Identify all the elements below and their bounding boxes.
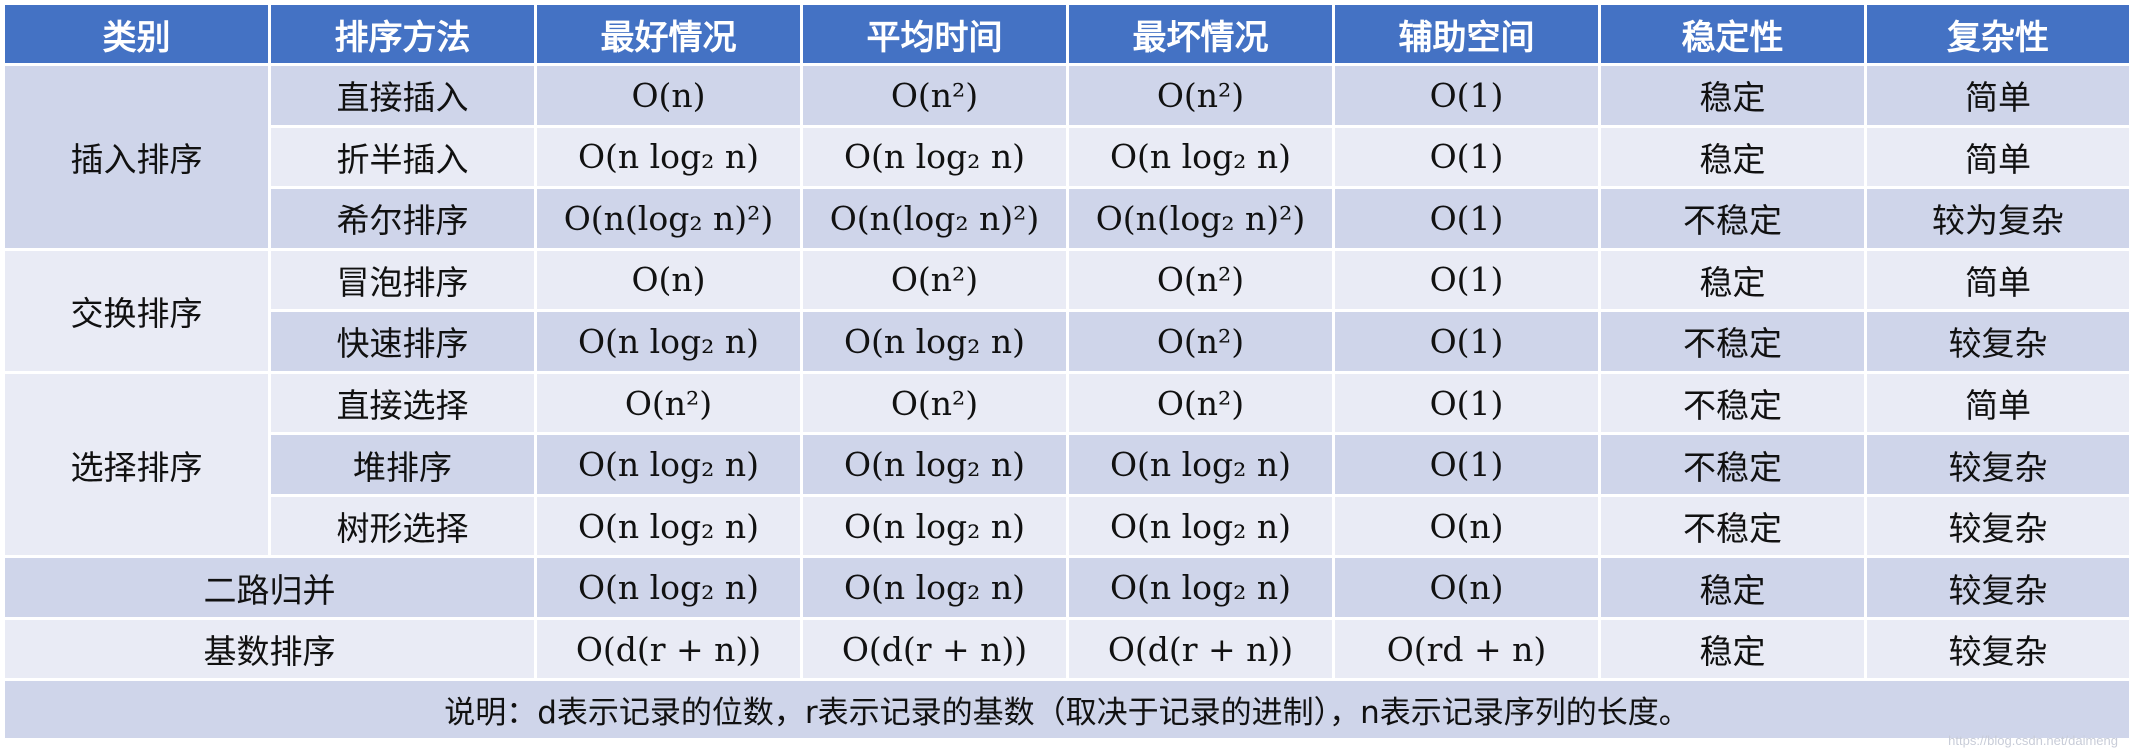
space-cell: O(1)	[1332, 432, 1601, 497]
worst-cell: O(n log₂ n)	[1066, 555, 1335, 620]
table-row: 折半插入 O(n log₂ n) O(n log₂ n) O(n log₂ n)…	[4, 124, 2132, 190]
avg-cell: O(n log₂ n)	[800, 309, 1069, 374]
complexity-cell: 较为复杂	[1864, 186, 2132, 251]
worst-cell: O(n log₂ n)	[1066, 124, 1335, 190]
header-stability: 稳定性	[1598, 2, 1867, 66]
watermark: https://blog.csdn.net/daimeng	[1948, 733, 2118, 748]
header-row: 类别 排序方法 最好情况 平均时间 最坏情况 辅助空间 稳定性 复杂性	[2, 2, 2132, 66]
space-cell: O(1)	[1332, 124, 1601, 190]
method-cell: 堆排序	[268, 432, 537, 497]
category-cell: 选择排序	[2, 370, 271, 559]
table-header: 类别 排序方法 最好情况 平均时间 最坏情况 辅助空间 稳定性 复杂性	[2, 2, 2132, 66]
header-aux-space: 辅助空间	[1332, 2, 1601, 66]
space-cell: O(1)	[1332, 370, 1601, 436]
worst-cell: O(n²)	[1066, 63, 1335, 128]
table-row: 二路归并 O(n log₂ n) O(n log₂ n) O(n log₂ n)…	[2, 555, 2132, 620]
table-row: 快速排序 O(n log₂ n) O(n log₂ n) O(n²) O(1) …	[4, 309, 2132, 374]
stability-cell: 稳定	[1598, 63, 1867, 128]
avg-cell: O(n²)	[800, 247, 1069, 313]
space-cell: O(rd + n)	[1332, 616, 1601, 682]
method-cell: 二路归并	[2, 555, 537, 620]
stability-cell: 不稳定	[1598, 493, 1867, 559]
table-row: 基数排序 O(d(r + n)) O(d(r + n)) O(d(r + n))…	[2, 616, 2132, 682]
stability-cell: 稳定	[1598, 616, 1867, 682]
best-cell: O(n log₂ n)	[534, 432, 803, 497]
category-cell: 插入排序	[2, 63, 271, 251]
stability-cell: 稳定	[1598, 124, 1867, 190]
space-cell: O(1)	[1332, 247, 1601, 313]
avg-cell: O(n log₂ n)	[800, 124, 1069, 190]
header-worst-case: 最坏情况	[1066, 2, 1335, 66]
method-cell: 直接插入	[268, 63, 537, 128]
complexity-cell: 较复杂	[1864, 616, 2132, 682]
stability-cell: 稳定	[1598, 555, 1867, 620]
avg-cell: O(n log₂ n)	[800, 555, 1069, 620]
complexity-cell: 简单	[1864, 370, 2132, 436]
avg-cell: O(n log₂ n)	[800, 432, 1069, 497]
avg-cell: O(n(log₂ n)²)	[800, 186, 1069, 251]
stability-cell: 稳定	[1598, 247, 1867, 313]
complexity-cell: 较复杂	[1864, 432, 2132, 497]
stability-cell: 不稳定	[1598, 432, 1867, 497]
avg-cell: O(n log₂ n)	[800, 493, 1069, 559]
worst-cell: O(n²)	[1066, 370, 1335, 436]
sorting-algorithm-table: 类别 排序方法 最好情况 平均时间 最坏情况 辅助空间 稳定性 复杂性 插入排序…	[2, 2, 2132, 741]
table-body: 插入排序 直接插入 O(n) O(n²) O(n²) O(1) 稳定 简单 折半…	[2, 63, 2132, 741]
table-row: 插入排序 直接插入 O(n) O(n²) O(n²) O(1) 稳定 简单	[2, 63, 2132, 251]
complexity-cell: 较复杂	[1864, 309, 2132, 374]
stability-cell: 不稳定	[1598, 186, 1867, 251]
header-complexity: 复杂性	[1864, 2, 2132, 66]
complexity-cell: 较复杂	[1864, 493, 2132, 559]
header-category: 类别	[2, 2, 271, 66]
table-row: 交换排序 冒泡排序 O(n) O(n²) O(n²) O(1) 稳定 简单	[2, 247, 2132, 374]
method-cell: 折半插入	[268, 124, 537, 190]
worst-cell: O(n log₂ n)	[1066, 432, 1335, 497]
header-best-case: 最好情况	[534, 2, 803, 66]
complexity-cell: 简单	[1864, 63, 2132, 128]
stability-cell: 不稳定	[1598, 370, 1867, 436]
method-cell: 冒泡排序	[268, 247, 537, 313]
method-cell: 树形选择	[268, 493, 537, 559]
space-cell: O(1)	[1332, 309, 1601, 374]
space-cell: O(n)	[1332, 493, 1601, 559]
worst-cell: O(d(r + n))	[1066, 616, 1335, 682]
best-cell: O(n)	[534, 247, 803, 313]
best-cell: O(n(log₂ n)²)	[534, 186, 803, 251]
worst-cell: O(n log₂ n)	[1066, 493, 1335, 559]
space-cell: O(n)	[1332, 555, 1601, 620]
complexity-cell: 简单	[1864, 247, 2132, 313]
avg-cell: O(d(r + n))	[800, 616, 1069, 682]
space-cell: O(1)	[1332, 63, 1601, 128]
best-cell: O(n²)	[534, 370, 803, 436]
table-row: 树形选择 O(n log₂ n) O(n log₂ n) O(n log₂ n)…	[4, 493, 2132, 559]
category-cell: 交换排序	[2, 247, 271, 374]
header-average-time: 平均时间	[800, 2, 1069, 66]
complexity-cell: 简单	[1864, 124, 2132, 190]
table-note: 说明：d表示记录的位数，r表示记录的基数（取决于记录的进制），n表示记录序列的长…	[2, 678, 2132, 741]
method-cell: 直接选择	[268, 370, 537, 436]
note-row: 说明：d表示记录的位数，r表示记录的基数（取决于记录的进制），n表示记录序列的长…	[2, 678, 2132, 741]
best-cell: O(n log₂ n)	[534, 493, 803, 559]
table-row: 堆排序 O(n log₂ n) O(n log₂ n) O(n log₂ n) …	[4, 432, 2132, 497]
avg-cell: O(n²)	[800, 370, 1069, 436]
complexity-cell: 较复杂	[1864, 555, 2132, 620]
table-row: 希尔排序 O(n(log₂ n)²) O(n(log₂ n)²) O(n(log…	[4, 186, 2132, 251]
method-cell: 基数排序	[2, 616, 537, 682]
best-cell: O(n log₂ n)	[534, 124, 803, 190]
header-method: 排序方法	[268, 2, 537, 66]
method-cell: 希尔排序	[268, 186, 537, 251]
table-row: 选择排序 直接选择 O(n²) O(n²) O(n²) O(1) 不稳定 简单	[2, 370, 2132, 559]
worst-cell: O(n²)	[1066, 309, 1335, 374]
best-cell: O(n log₂ n)	[534, 309, 803, 374]
space-cell: O(1)	[1332, 186, 1601, 251]
method-cell: 快速排序	[268, 309, 537, 374]
best-cell: O(n)	[534, 63, 803, 128]
stability-cell: 不稳定	[1598, 309, 1867, 374]
avg-cell: O(n²)	[800, 63, 1069, 128]
worst-cell: O(n²)	[1066, 247, 1335, 313]
best-cell: O(d(r + n))	[534, 616, 803, 682]
best-cell: O(n log₂ n)	[534, 555, 803, 620]
worst-cell: O(n(log₂ n)²)	[1066, 186, 1335, 251]
